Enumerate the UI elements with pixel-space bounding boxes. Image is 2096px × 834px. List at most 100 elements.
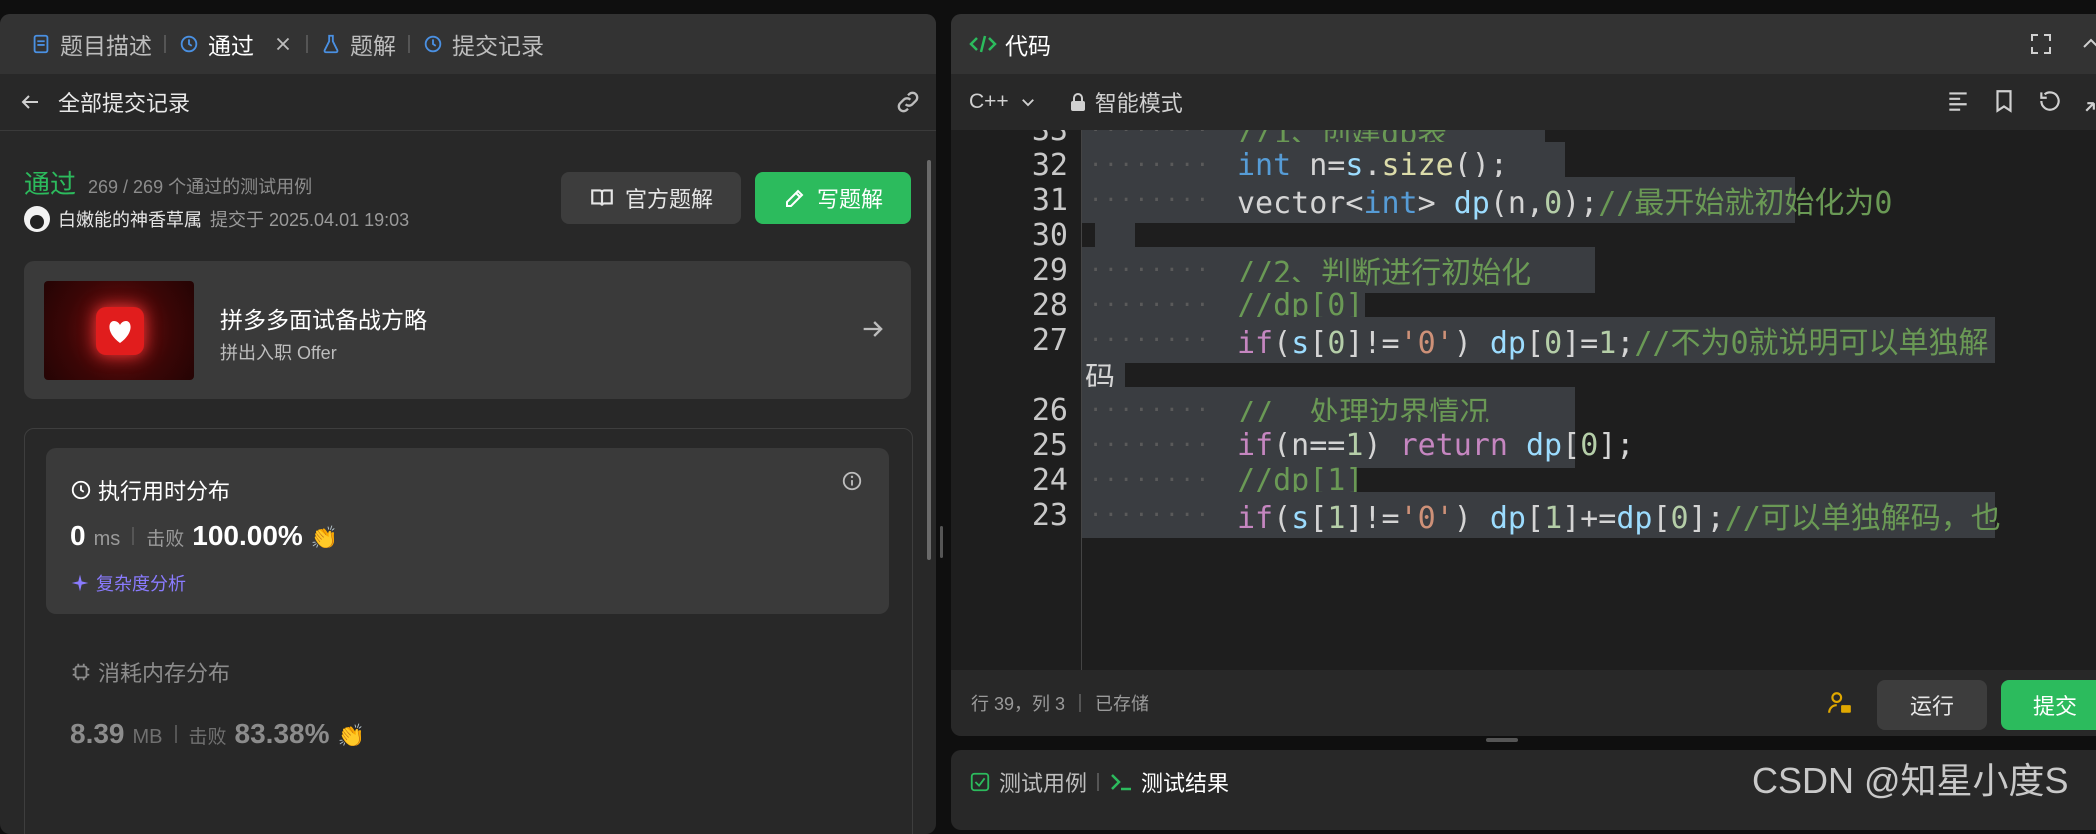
beat-label: 击败 [146, 529, 185, 550]
cases-count: 269 / 269 个通过的测试用例 [88, 177, 313, 197]
tab-label: 测试结果 [1141, 771, 1230, 796]
history-icon [180, 35, 198, 53]
tab-label: 提交记录 [452, 33, 544, 59]
panel-splitter[interactable] [940, 526, 943, 558]
page-title: 全部提交记录 [58, 91, 191, 116]
indent-guide: ········ [1089, 257, 1211, 283]
code-text: if(s[1]!='0') dp[1]+=dp[0];//可以单独解码，也 [1237, 501, 2001, 536]
promo-thumbnail [44, 281, 194, 380]
mode-label: 智能模式 [1094, 91, 1183, 116]
promo-title: 拼多多面试备战方略 [220, 307, 427, 333]
editor-actions [1945, 88, 2096, 114]
memory-section[interactable]: 消耗内存分布 8.39 MB 击败 83.38% 👏 [70, 656, 365, 750]
author-line: 白嫩能的神香草属 提交于 2025.04.01 19:03 [24, 206, 409, 232]
tab-label: 通过 [208, 33, 254, 59]
cursor-position: 行 39，列 3 [971, 694, 1066, 714]
tab-description[interactable]: 题目描述 [18, 14, 164, 74]
chevron-down-icon[interactable] [1019, 93, 1037, 111]
indent-guide: ········ [1089, 130, 1211, 143]
run-button[interactable]: 运行 [1877, 680, 1987, 730]
code-header: 代码 [951, 14, 2096, 74]
divider [132, 527, 135, 545]
indent-guide: ········ [1089, 397, 1211, 423]
result-status: 通过 269 / 269 个通过的测试用例 [24, 164, 312, 201]
avatar[interactable] [24, 206, 50, 232]
promo-card[interactable]: 拼多多面试备战方略 拼出入职 Offer [24, 261, 911, 399]
tab-passed[interactable]: 通过 [166, 14, 306, 74]
collapse-icon[interactable] [2079, 32, 2096, 56]
left-tabbar: 题目描述 通过 题解 提交记录 [0, 14, 936, 74]
code-editor[interactable]: 33 ········//1、创建dp表 32 ········ int n=s.siz… [951, 130, 2096, 670]
language-select[interactable]: C++ [969, 90, 1009, 114]
indent-guide-line [1081, 130, 1082, 670]
arrow-right-icon [863, 321, 883, 337]
line-number: 23 [1031, 497, 1068, 533]
code-line[interactable]: 23 ········ if(s[1]!='0') dp[1]+=dp[0];//可… [951, 492, 2096, 538]
memory-value: 8.39 [70, 718, 125, 749]
editor-toolbar: C++ 智能模式 [951, 74, 2096, 130]
promo-subtitle: 拼出入职 Offer [220, 343, 337, 363]
close-icon[interactable] [272, 33, 294, 55]
indent-guide: ········ [1089, 467, 1211, 493]
memory-beat: 83.38% [234, 718, 330, 749]
complexity-analysis-link[interactable]: 复杂度分析 [70, 570, 186, 596]
indent-guide: ········ [1089, 152, 1211, 178]
document-icon [33, 34, 49, 54]
runtime-value: 0 [70, 520, 86, 551]
watermark: CSDN @知星小度S [1752, 760, 2069, 801]
divider [1079, 694, 1082, 712]
write-solution-button[interactable]: 写题解 [755, 172, 911, 224]
divider [174, 725, 177, 743]
indent-guide: ········ [1089, 187, 1211, 213]
history-icon [424, 35, 442, 53]
tab-submissions[interactable]: 提交记录 [410, 14, 556, 74]
flask-icon [323, 34, 339, 54]
saved-status: 已存储 [1095, 694, 1150, 714]
code-tab-label[interactable]: 代码 [1005, 27, 1051, 61]
reset-icon[interactable] [2037, 88, 2063, 114]
scrollbar[interactable] [927, 160, 931, 560]
code-icon [969, 35, 997, 53]
shrink-icon[interactable] [2083, 88, 2096, 114]
tab-solutions[interactable]: 题解 [308, 14, 408, 74]
submission-subbar: 全部提交记录 [0, 74, 936, 131]
divider [1097, 773, 1100, 791]
tab-label: 题目描述 [60, 33, 152, 59]
memory-title-text: 消耗内存分布 [98, 661, 231, 686]
back-arrow-icon[interactable] [18, 90, 42, 114]
runtime-card[interactable]: 执行用时分布 0 ms 击败 100.00% 👏 复杂度分析 [46, 448, 889, 614]
terminal-icon [1111, 774, 1132, 791]
pinduoduo-logo [96, 307, 144, 355]
author-name[interactable]: 白嫩能的神香草属 [58, 206, 202, 232]
link-icon[interactable] [894, 88, 922, 116]
test-tabs: 测试用例 测试结果 [969, 766, 1229, 798]
book-icon [591, 189, 613, 206]
analysis-label: 复杂度分析 [96, 574, 186, 594]
status-text: 通过 [24, 169, 77, 199]
beat-label: 击败 [188, 727, 227, 748]
edit-icon [785, 189, 804, 207]
memory-metric: 8.39 MB 击败 83.38% 👏 [70, 718, 365, 750]
vertical-splitter[interactable] [1486, 738, 1518, 742]
clock-icon [71, 480, 91, 500]
smart-mode[interactable]: 智能模式 [1069, 86, 1183, 118]
sparkle-icon [71, 574, 89, 592]
checkbox-icon [970, 772, 990, 792]
left-panel: 题目描述 通过 题解 提交记录 全部提交记录 通过 269 / 269 个通过的… [0, 14, 936, 834]
tab-test-results[interactable]: 测试结果 [1109, 766, 1229, 798]
fullscreen-icon[interactable] [2029, 32, 2053, 56]
memory-unit: MB [132, 726, 163, 748]
clap-icon: 👏 [337, 723, 365, 748]
submit-button[interactable]: 提交 [2001, 680, 2096, 730]
person-lock-icon[interactable] [1827, 690, 1853, 716]
format-icon[interactable] [1945, 88, 1971, 114]
runtime-beat: 100.00% [192, 520, 303, 551]
official-solution-button[interactable]: 官方题解 [561, 172, 741, 224]
button-label: 写题解 [816, 187, 883, 212]
bookmark-icon[interactable] [1991, 88, 2017, 114]
tab-test-cases[interactable]: 测试用例 [969, 766, 1087, 798]
info-icon[interactable] [841, 470, 863, 492]
tab-label: 题解 [350, 33, 396, 59]
indent-guide: ········ [1089, 502, 1211, 528]
memory-title: 消耗内存分布 [70, 656, 365, 688]
